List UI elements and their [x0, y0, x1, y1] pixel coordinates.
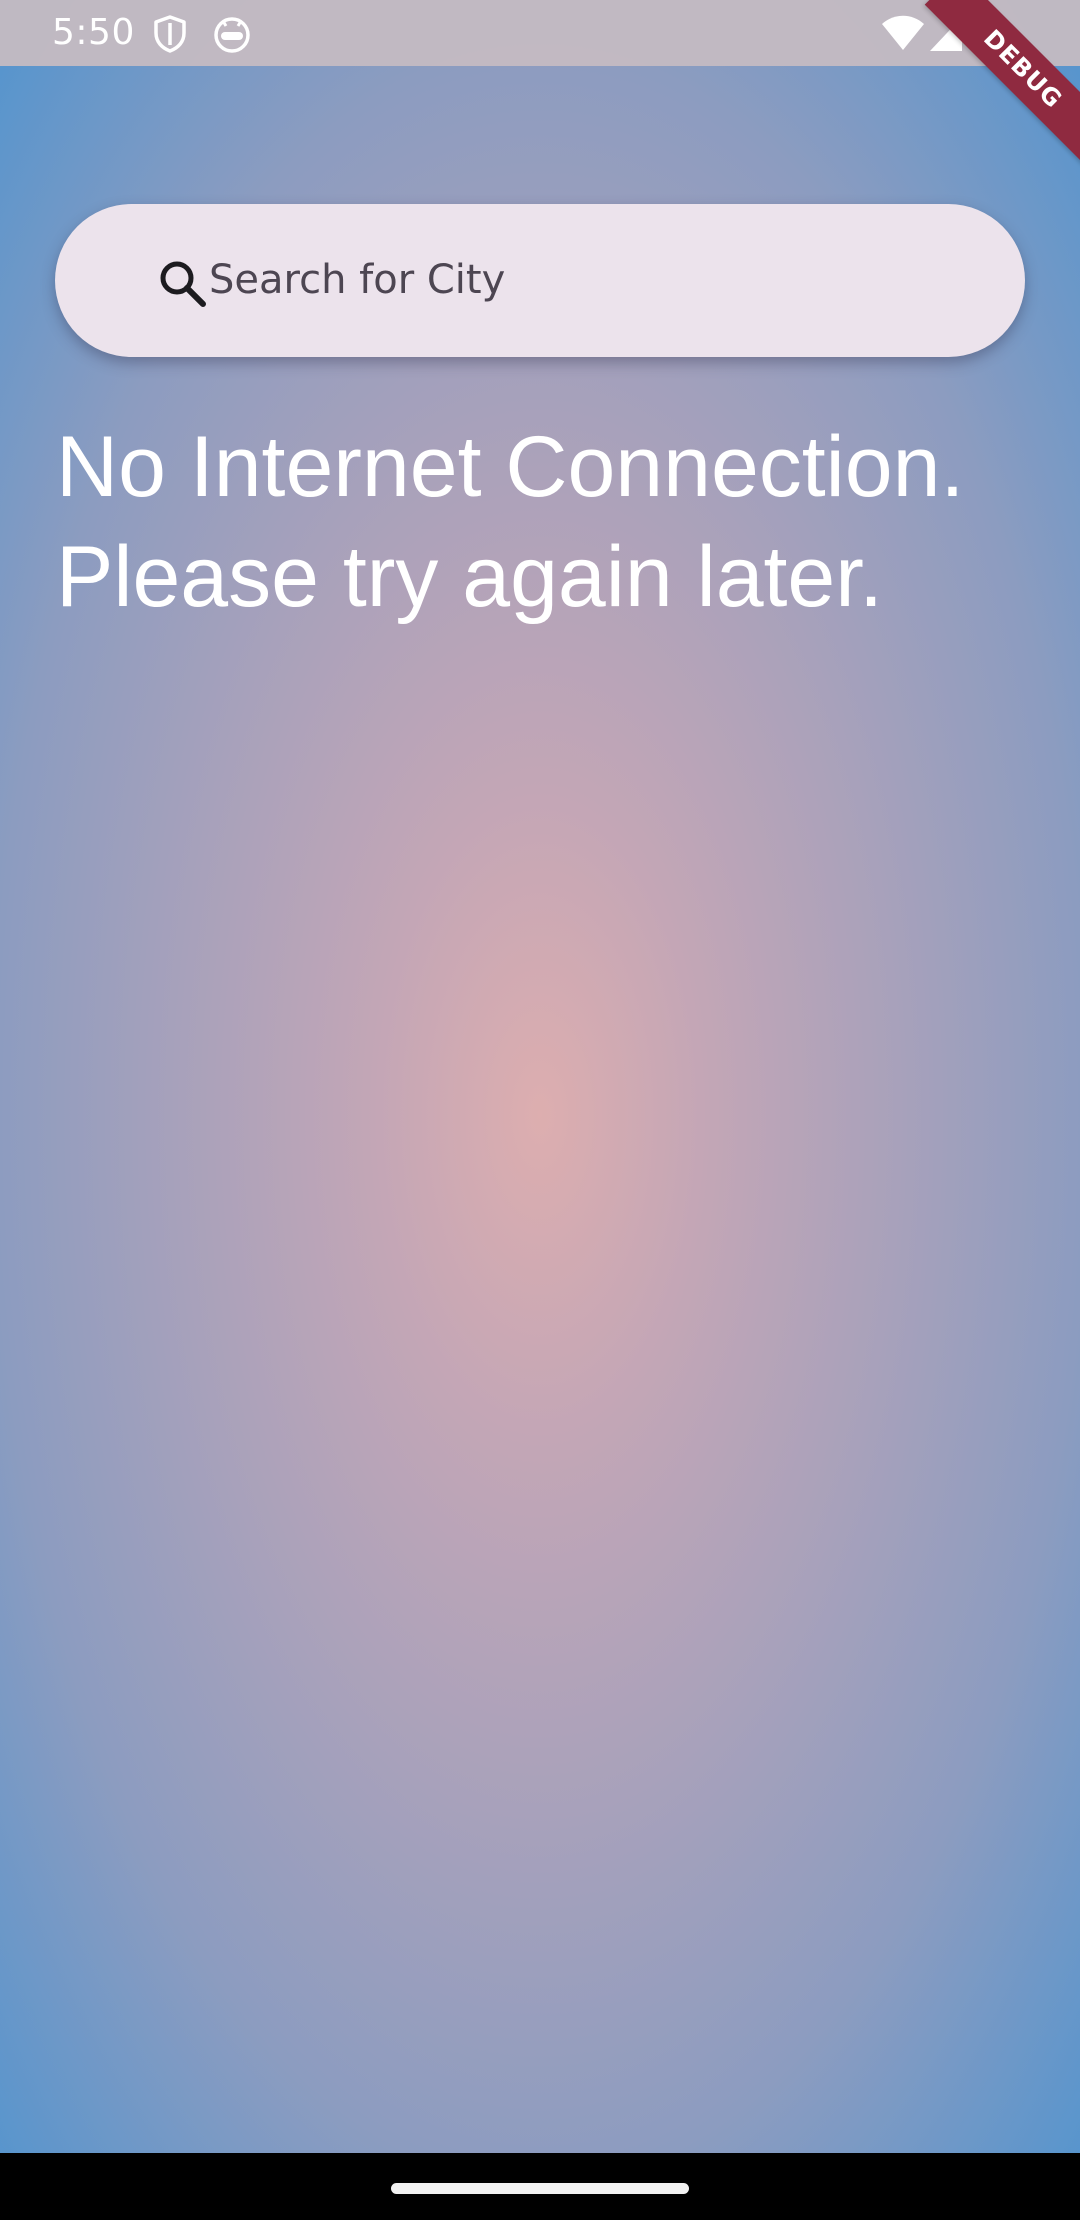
navigation-bar — [0, 2153, 1080, 2220]
message-line-2: Please try again later. — [56, 529, 884, 625]
status-bar: 5:50 — [0, 0, 1080, 66]
shield-icon — [154, 15, 186, 53]
search-bar[interactable] — [55, 204, 1025, 357]
app-screen: 5:50 DEBUG No Internet Connection. Pleas… — [0, 0, 1080, 2220]
search-icon[interactable] — [155, 256, 211, 312]
no-connection-message: No Internet Connection. Please try again… — [56, 412, 1056, 632]
android-face-icon — [214, 17, 250, 53]
city-search-input[interactable] — [209, 242, 969, 318]
home-indicator[interactable] — [391, 2183, 689, 2194]
wifi-icon — [882, 15, 924, 50]
message-line-1: No Internet Connection. — [56, 419, 965, 515]
status-time: 5:50 — [52, 12, 135, 53]
